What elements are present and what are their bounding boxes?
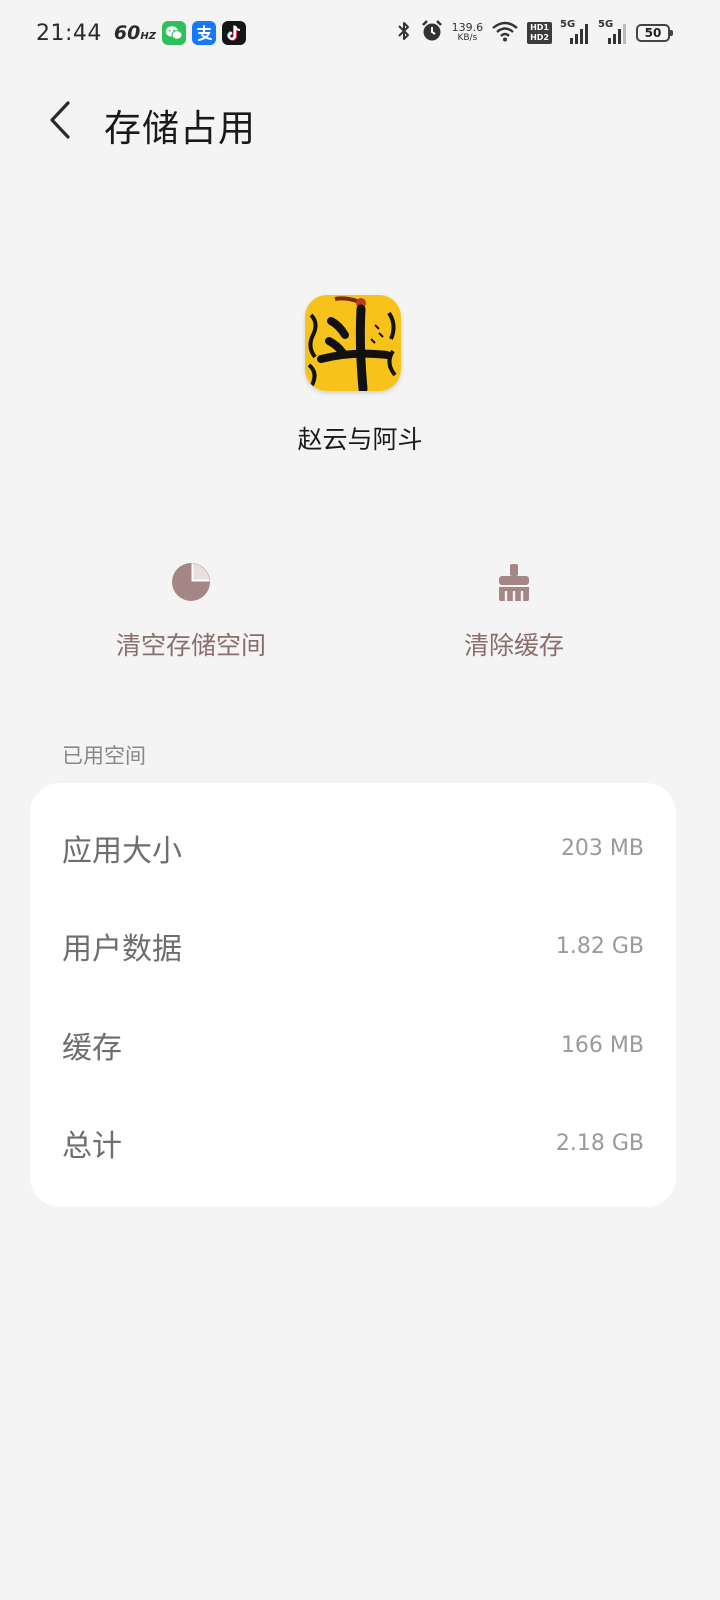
tiktok-icon xyxy=(221,21,246,45)
clear-storage-button[interactable]: 清空存储空间 xyxy=(101,560,281,662)
row-value: 1.82 GB xyxy=(555,933,644,959)
clear-storage-label: 清空存储空间 xyxy=(115,631,266,660)
pie-chart-icon xyxy=(171,560,211,604)
storage-row-cache: 缓存 166 MB xyxy=(30,996,676,1094)
refresh-rate-unit: HZ xyxy=(140,31,156,42)
app-logo-icon xyxy=(305,295,401,391)
row-value: 166 MB xyxy=(560,1032,644,1058)
refresh-rate-value: 60 xyxy=(113,22,141,44)
row-value: 203 MB xyxy=(560,835,644,861)
section-label-used-space: 已用空间 xyxy=(62,744,146,768)
clear-cache-label: 清除缓存 xyxy=(463,631,564,660)
storage-row-app-size: 应用大小 203 MB xyxy=(30,799,676,897)
storage-row-total: 总计 2.18 GB xyxy=(30,1094,676,1192)
status-bar-left: 21:44 60HZ xyxy=(36,19,246,47)
app-icon xyxy=(305,295,401,391)
back-button[interactable] xyxy=(38,95,82,145)
wifi-icon xyxy=(491,20,519,46)
app-name: 赵云与阿斗 xyxy=(297,425,423,454)
sim2-signal: 5G xyxy=(598,19,628,45)
storage-usage-screen: 21:44 60HZ 139.6 KB/s HD1 HD2 5G 5G 50 存… xyxy=(0,0,720,1600)
sim2-network-label: 5G xyxy=(598,19,614,30)
network-speed-value: 139.6 xyxy=(451,21,484,34)
page-title: 存储占用 xyxy=(104,107,256,150)
battery-level: 50 xyxy=(644,26,662,40)
storage-details-card: 应用大小 203 MB 用户数据 1.82 GB 缓存 166 MB 总计 2.… xyxy=(30,783,676,1207)
chevron-left-icon xyxy=(50,101,70,139)
row-label: 缓存 xyxy=(62,1031,122,1066)
status-bar-right: 139.6 KB/s HD1 HD2 5G 5G 50 xyxy=(388,19,673,47)
sim1-network-label: 5G xyxy=(560,19,576,30)
refresh-rate: 60HZ xyxy=(114,22,156,44)
status-bar: 21:44 60HZ 139.6 KB/s HD1 HD2 5G 5G 50 xyxy=(0,0,720,66)
wechat-icon xyxy=(161,21,186,45)
row-label: 总计 xyxy=(62,1129,122,1164)
status-time: 21:44 xyxy=(36,20,102,46)
network-speed-unit: KB/s xyxy=(457,33,478,43)
clear-cache-button[interactable]: 清除缓存 xyxy=(444,560,584,662)
network-speed: 139.6 KB/s xyxy=(451,21,484,43)
alarm-icon xyxy=(420,19,444,47)
bluetooth-icon xyxy=(396,20,412,46)
broom-brush-icon xyxy=(496,560,532,604)
row-value: 2.18 GB xyxy=(555,1130,644,1156)
hd-voice-badge: HD1 HD2 xyxy=(527,22,552,44)
alipay-icon xyxy=(191,21,216,45)
row-label: 应用大小 xyxy=(62,834,182,869)
storage-row-user-data: 用户数据 1.82 GB xyxy=(30,897,676,995)
row-label: 用户数据 xyxy=(62,932,182,967)
hd2-label: HD2 xyxy=(530,33,549,42)
sim1-signal: 5G xyxy=(560,19,590,45)
battery-indicator: 50 xyxy=(636,24,673,42)
hd1-label: HD1 xyxy=(530,23,549,32)
